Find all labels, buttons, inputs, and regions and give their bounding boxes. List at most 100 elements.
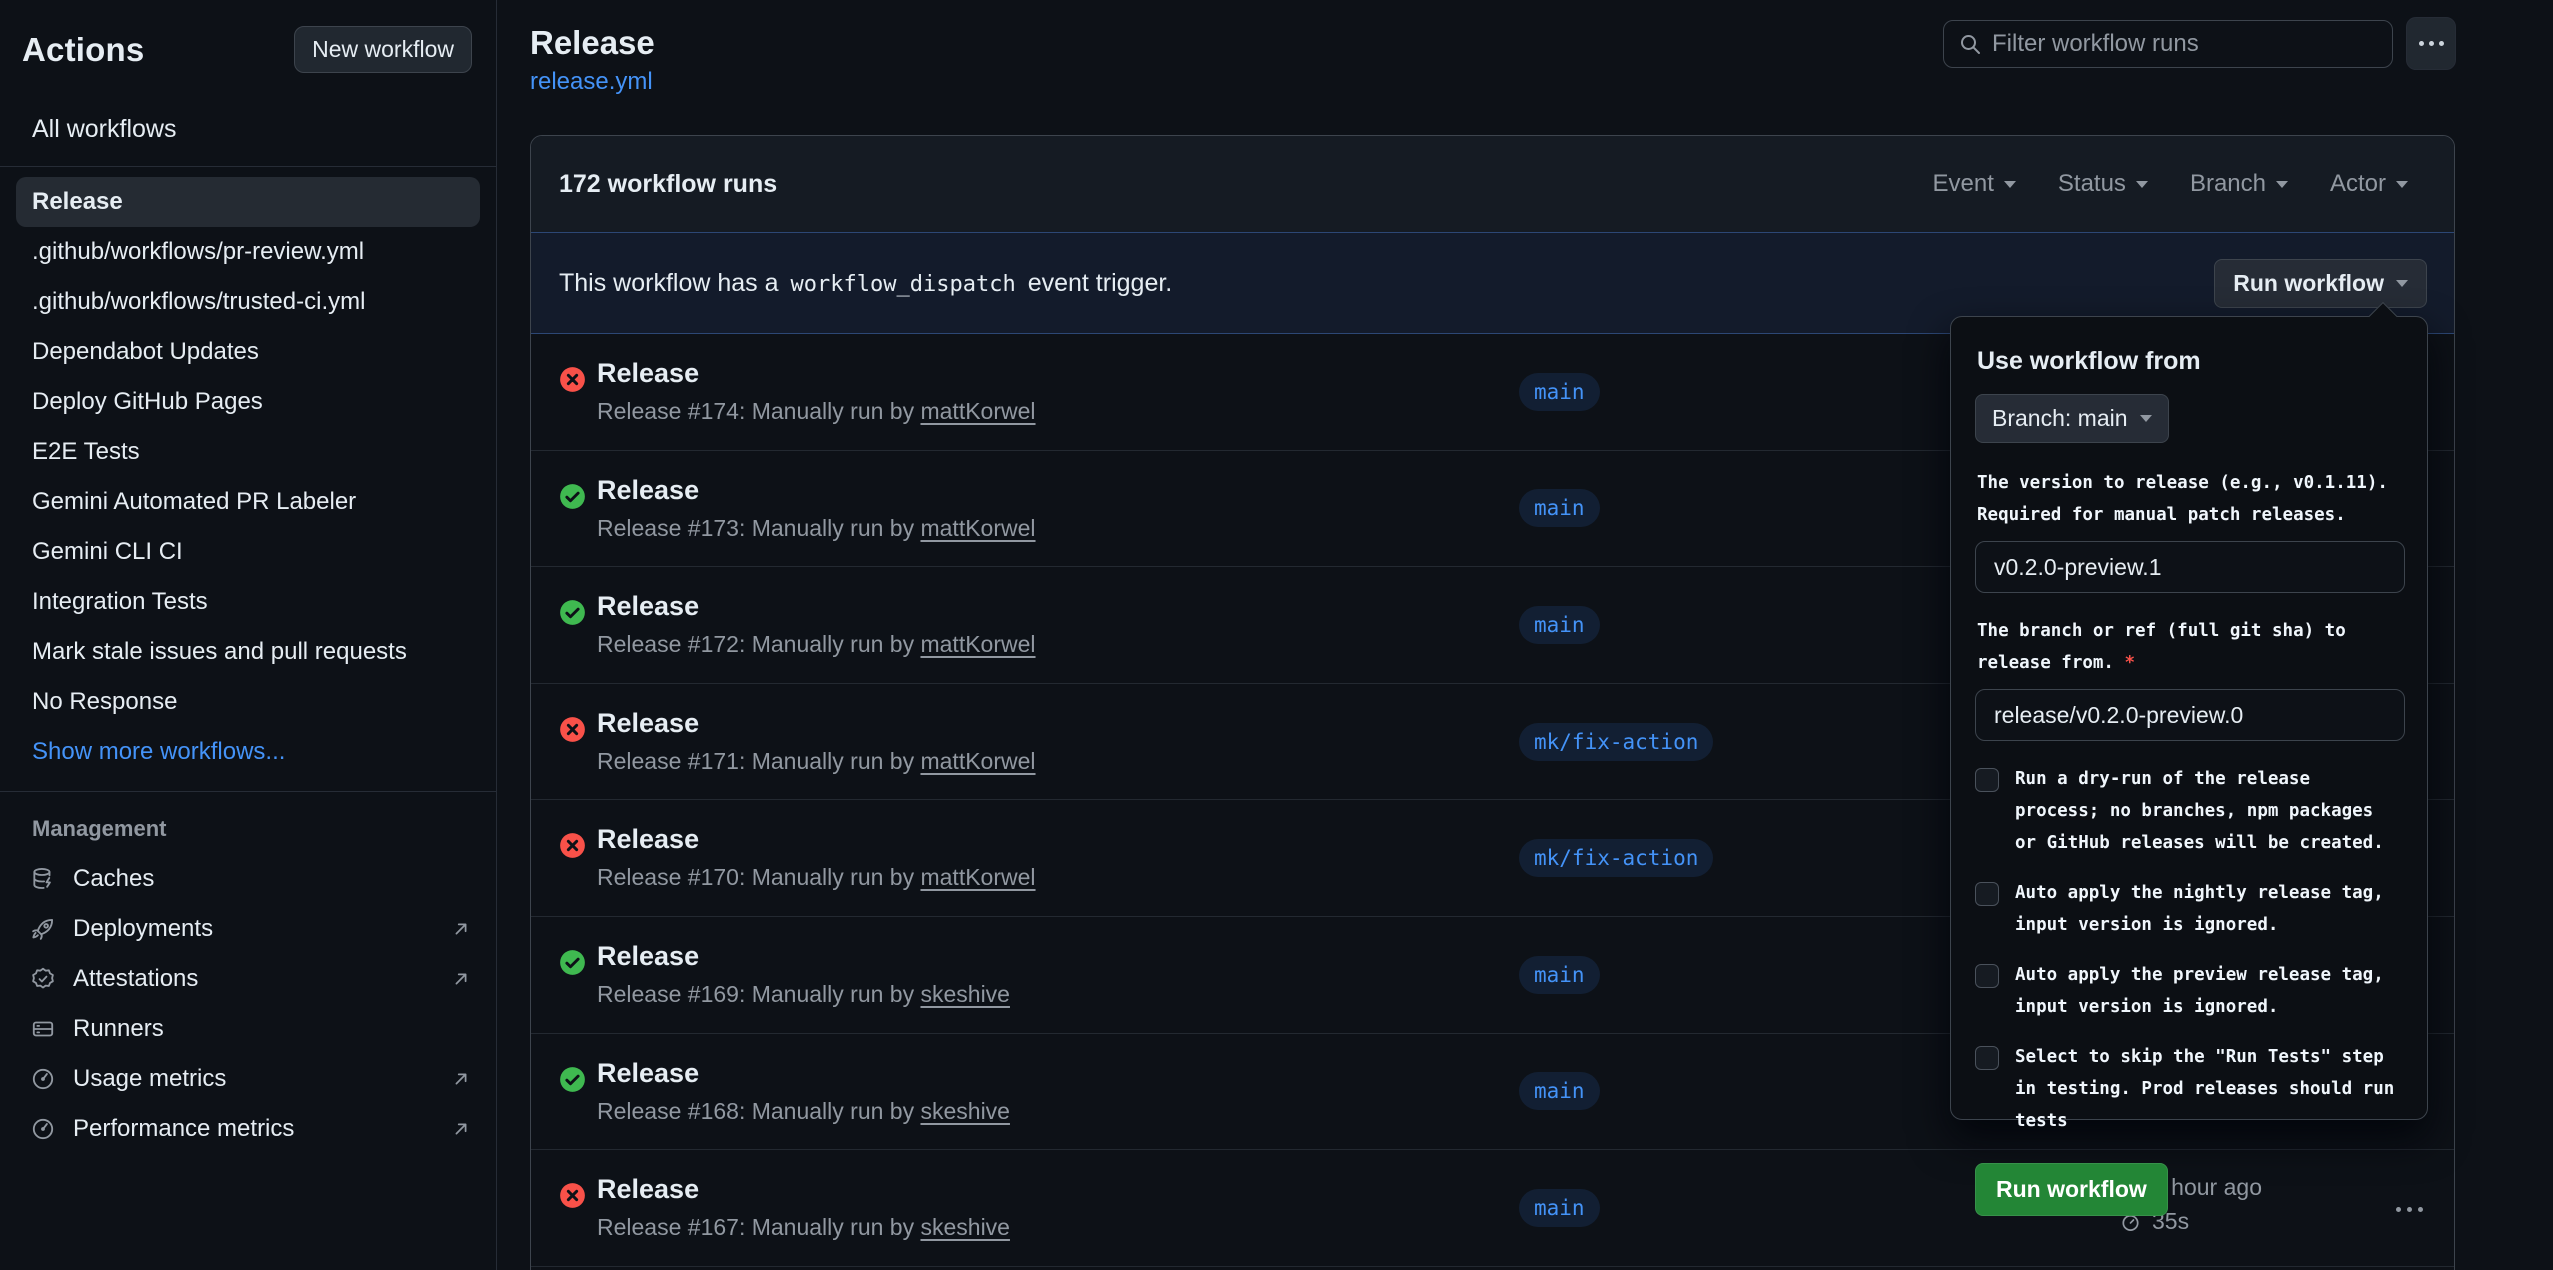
run-workflow-dropdown-button[interactable]: Run workflow xyxy=(2214,259,2427,308)
version-input[interactable] xyxy=(1975,541,2405,593)
nightly-tag-checkbox-row[interactable]: Auto apply the nightly release tag, inpu… xyxy=(1975,877,2403,941)
meter-icon xyxy=(30,1116,56,1142)
workflow-options-kebab-button[interactable] xyxy=(2406,17,2456,70)
management-section-label: Management xyxy=(0,792,496,854)
sidebar-item-dependabot-updates[interactable]: Dependabot Updates xyxy=(16,327,480,377)
run-description: Release #174: Manually run by mattKorwel xyxy=(597,398,1036,425)
use-workflow-from-label: Use workflow from xyxy=(1977,347,2403,376)
sidebar-item-label: Caches xyxy=(73,865,472,893)
sidebar-item-runners[interactable]: Runners xyxy=(0,1004,496,1054)
run-status-icon xyxy=(559,599,586,626)
sidebar-item-gemini-pr-labeler[interactable]: Gemini Automated PR Labeler xyxy=(16,477,480,527)
sidebar-item-label: Performance metrics xyxy=(73,1115,433,1143)
actor-link[interactable]: mattKorwel xyxy=(920,515,1035,541)
run-title[interactable]: Release xyxy=(597,824,699,855)
checkbox-unchecked-icon[interactable] xyxy=(1975,768,1999,792)
branch-badge[interactable]: main xyxy=(1519,489,1600,527)
run-title[interactable]: Release xyxy=(597,475,699,506)
run-description: Release #171: Manually run by mattKorwel xyxy=(597,748,1036,775)
actor-link[interactable]: mattKorwel xyxy=(920,748,1035,774)
checkbox-unchecked-icon[interactable] xyxy=(1975,882,1999,906)
actor-link[interactable]: skeshive xyxy=(920,1214,1009,1240)
run-title[interactable]: Release xyxy=(597,1058,699,1089)
sidebar-item-all-workflows[interactable]: All workflows xyxy=(0,105,496,166)
kebab-icon xyxy=(2419,41,2424,46)
filter-actor[interactable]: Actor xyxy=(2330,170,2408,198)
run-workflow-submit-button[interactable]: Run workflow xyxy=(1975,1163,2168,1216)
sidebar-item-deployments[interactable]: Deployments xyxy=(0,904,496,954)
run-description: Release #170: Manually run by mattKorwel xyxy=(597,864,1036,891)
search-input[interactable] xyxy=(1992,30,2378,58)
chevron-down-icon xyxy=(2396,181,2408,188)
sidebar-item-e2e-tests[interactable]: E2E Tests xyxy=(16,427,480,477)
run-status-icon xyxy=(559,716,586,743)
preview-tag-checkbox-row[interactable]: Auto apply the preview release tag, inpu… xyxy=(1975,959,2403,1023)
actor-link[interactable]: mattKorwel xyxy=(920,864,1035,890)
branch-badge[interactable]: main xyxy=(1519,373,1600,411)
sidebar-item-label: Usage metrics xyxy=(73,1065,433,1093)
checkbox-unchecked-icon[interactable] xyxy=(1975,964,1999,988)
checkbox-unchecked-icon[interactable] xyxy=(1975,1046,1999,1070)
sidebar-item-label: Release xyxy=(32,188,123,215)
filter-event[interactable]: Event xyxy=(1933,170,2016,198)
sidebar-item-caches[interactable]: Caches xyxy=(0,854,496,904)
branch-badge[interactable]: main xyxy=(1519,1189,1600,1227)
sidebar-item-attestations[interactable]: Attestations xyxy=(0,954,496,1004)
sidebar-item-pr-review[interactable]: .github/workflows/pr-review.yml xyxy=(16,227,480,277)
run-title[interactable]: Release xyxy=(597,1174,699,1205)
filter-workflow-runs-search[interactable] xyxy=(1943,20,2393,68)
new-workflow-button[interactable]: New workflow xyxy=(294,26,472,73)
run-title[interactable]: Release xyxy=(597,708,699,739)
sidebar-item-no-response[interactable]: No Response xyxy=(16,677,480,727)
run-title[interactable]: Release xyxy=(597,358,699,389)
sidebar-item-deploy-github-pages[interactable]: Deploy GitHub Pages xyxy=(16,377,480,427)
checkbox-label: Auto apply the nightly release tag, inpu… xyxy=(2015,877,2403,941)
run-description: Release #172: Manually run by mattKorwel xyxy=(597,631,1036,658)
version-help-text: The version to release (e.g., v0.1.11). … xyxy=(1977,467,2403,531)
required-marker: * xyxy=(2125,653,2136,673)
chevron-down-icon xyxy=(2136,181,2148,188)
chevron-down-icon xyxy=(2004,181,2016,188)
run-description: Release #173: Manually run by mattKorwel xyxy=(597,515,1036,542)
filter-status[interactable]: Status xyxy=(2058,170,2148,198)
skip-tests-checkbox-row[interactable]: Select to skip the "Run Tests" step in t… xyxy=(1975,1041,2403,1137)
checkbox-label: Run a dry-run of the release process; no… xyxy=(2015,763,2403,859)
dry-run-checkbox-row[interactable]: Run a dry-run of the release process; no… xyxy=(1975,763,2403,859)
sidebar-item-release[interactable]: Release xyxy=(16,177,480,227)
actor-link[interactable]: mattKorwel xyxy=(920,398,1035,424)
run-title[interactable]: Release xyxy=(597,591,699,622)
filter-branch[interactable]: Branch xyxy=(2190,170,2288,198)
sidebar-item-mark-stale[interactable]: Mark stale issues and pull requests xyxy=(16,627,480,677)
sidebar-item-trusted-ci[interactable]: .github/workflows/trusted-ci.yml xyxy=(16,277,480,327)
branch-badge[interactable]: main xyxy=(1519,956,1600,994)
sidebar-divider xyxy=(0,166,496,167)
sidebar-item-gemini-cli-ci[interactable]: Gemini CLI CI xyxy=(16,527,480,577)
run-status-icon xyxy=(559,949,586,976)
branch-selector-button[interactable]: Branch: main xyxy=(1975,394,2169,443)
ref-input[interactable] xyxy=(1975,689,2405,741)
actor-link[interactable]: skeshive xyxy=(920,1098,1009,1124)
actor-link[interactable]: skeshive xyxy=(920,981,1009,1007)
run-filters: Event Status Branch Actor xyxy=(1933,170,2408,198)
sidebar-item-label: Runners xyxy=(73,1015,472,1043)
branch-badge[interactable]: main xyxy=(1519,606,1600,644)
runners-icon xyxy=(30,1016,56,1042)
branch-badge[interactable]: main xyxy=(1519,1072,1600,1110)
actions-sidebar: Actions New workflow All workflows Relea… xyxy=(0,0,497,1270)
branch-badge[interactable]: mk/fix-action xyxy=(1519,839,1713,877)
sidebar-item-integration-tests[interactable]: Integration Tests xyxy=(16,577,480,627)
run-status-icon xyxy=(559,1066,586,1093)
sidebar-item-usage-metrics[interactable]: Usage metrics xyxy=(0,1054,496,1104)
actor-link[interactable]: mattKorwel xyxy=(920,631,1035,657)
branch-badge[interactable]: mk/fix-action xyxy=(1519,723,1713,761)
sidebar-title: Actions xyxy=(22,31,144,69)
search-icon xyxy=(1958,32,1982,56)
checkbox-label: Select to skip the "Run Tests" step in t… xyxy=(2015,1041,2403,1137)
workflow-file-link[interactable]: release.yml xyxy=(530,68,653,96)
sidebar-item-performance-metrics[interactable]: Performance metrics xyxy=(0,1104,496,1154)
workflow-dispatch-code: workflow_dispatch xyxy=(791,272,1016,297)
run-title[interactable]: Release xyxy=(597,941,699,972)
show-more-workflows-link[interactable]: Show more workflows... xyxy=(16,727,480,777)
cache-icon xyxy=(30,866,56,892)
runs-card-header: 172 workflow runs Event Status Branch Ac… xyxy=(531,136,2454,232)
